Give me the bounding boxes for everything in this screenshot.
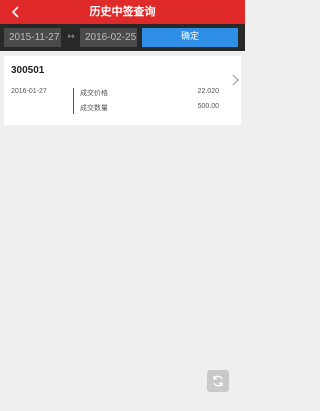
header-bar: 历史中签查询 <box>0 0 245 24</box>
price-value: 22.020 <box>197 88 219 95</box>
quantity-label: 成交数量 <box>80 104 108 112</box>
page-title: 历史中签查询 <box>89 5 156 18</box>
range-arrow-icon: ↔ <box>67 32 75 42</box>
refresh-button[interactable] <box>207 370 229 392</box>
refresh-icon <box>213 375 223 387</box>
end-date-field[interactable]: 2016-02-25 <box>80 28 137 47</box>
stock-code: 300501 <box>11 65 45 76</box>
divider <box>73 88 74 114</box>
date-filter-bar: 2015-11-27 ↔ 2016-02-25 确定 <box>0 24 245 51</box>
price-label: 成交价格 <box>80 89 108 97</box>
chevron-right-icon <box>232 74 239 86</box>
confirm-button[interactable]: 确定 <box>142 28 238 47</box>
quantity-value: 500.00 <box>197 103 219 110</box>
start-date-field[interactable]: 2015-11-27 <box>4 28 61 47</box>
trade-date: 2016-01-27 <box>11 88 47 95</box>
record-card[interactable]: 300501 2016-01-27 成交价格 22.020 成交数量 500.0… <box>4 56 241 125</box>
